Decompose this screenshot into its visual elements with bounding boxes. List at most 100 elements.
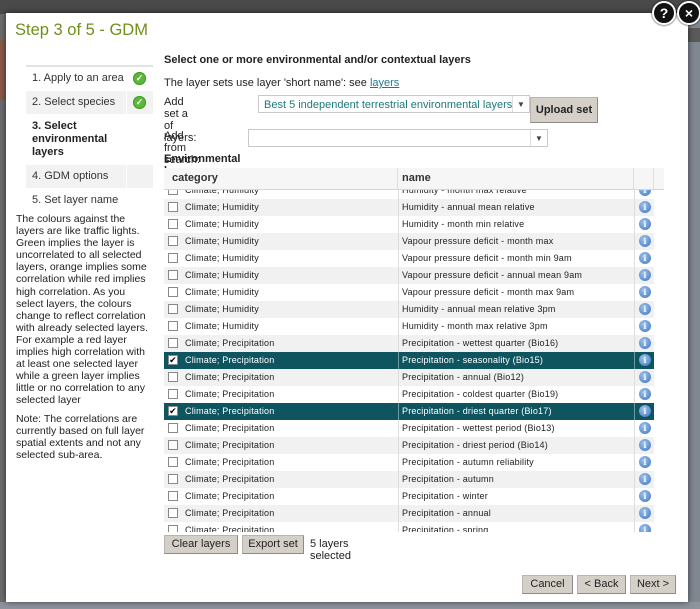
table-row[interactable]: Climate; Precipitation Precipitation - sp… [164, 522, 654, 532]
table-row[interactable]: Climate; Humidity Humidity - month max re… [164, 318, 654, 335]
info-icon[interactable]: i [639, 507, 651, 519]
chevron-down-icon[interactable]: ▼ [512, 96, 529, 112]
table-row[interactable]: Climate; Humidity Vapour pressure deficit… [164, 267, 654, 284]
info-icon[interactable]: i [639, 456, 651, 468]
info-icon[interactable]: i [639, 218, 651, 230]
layer-checkbox[interactable] [168, 372, 178, 382]
column-name[interactable]: name [398, 168, 634, 189]
layer-set-value: Best 5 independent terrestrial environme… [264, 99, 513, 111]
table-row[interactable]: Climate; Precipitation Precipitation - an… [164, 369, 654, 386]
table-row[interactable]: Climate; Precipitation Precipitation - we… [164, 420, 654, 437]
layer-checkbox[interactable] [168, 474, 178, 484]
layer-checkbox[interactable] [168, 304, 178, 314]
table-row[interactable]: Climate; Humidity Vapour pressure deficit… [164, 250, 654, 267]
info-icon[interactable]: i [639, 490, 651, 502]
layer-name: Precipitation - seasonality (Bio15) [398, 352, 543, 369]
background-app-right-bar [688, 28, 700, 42]
close-icon[interactable]: × [677, 1, 700, 25]
table-row[interactable]: ✔ Climate; Precipitation Precipitation - s… [164, 352, 654, 369]
dialog-title: Step 3 of 5 - GDM [15, 21, 148, 39]
layer-checkbox[interactable] [168, 525, 178, 532]
layer-checkbox[interactable] [168, 457, 178, 467]
table-row[interactable]: ✔ Climate; Precipitation Precipitation - d… [164, 403, 654, 420]
layer-name: Precipitation - wettest period (Bio13) [398, 420, 555, 437]
info-icon[interactable]: i [639, 303, 651, 315]
info-icon[interactable]: i [639, 201, 651, 213]
table-row[interactable]: Climate; Humidity Humidity - month max re… [164, 190, 654, 199]
background-app-right [688, 14, 700, 609]
column-category[interactable]: category [164, 168, 398, 189]
info-icon[interactable]: i [639, 269, 651, 281]
next-button[interactable]: Next > [630, 575, 676, 594]
background-app-header [0, 0, 700, 14]
help-icon[interactable]: ? [652, 1, 676, 25]
layer-checkbox[interactable]: ✔ [168, 355, 178, 365]
layer-category: Climate; Humidity [185, 270, 259, 280]
layer-name: Precipitation - annual [398, 505, 491, 522]
layer-checkbox[interactable] [168, 190, 178, 195]
clear-layers-button[interactable]: Clear layers [164, 535, 238, 554]
layer-name: Humidity - annual mean relative 3pm [398, 301, 556, 318]
info-icon[interactable]: i [639, 354, 651, 366]
table-row[interactable]: Climate; Humidity Humidity - annual mean … [164, 301, 654, 318]
table-row[interactable]: Climate; Precipitation Precipitation - wi… [164, 488, 654, 505]
layer-checkbox[interactable] [168, 202, 178, 212]
info-icon[interactable]: i [639, 235, 651, 247]
table-row[interactable]: Climate; Precipitation Precipitation - au… [164, 471, 654, 488]
info-icon[interactable]: i [639, 473, 651, 485]
chevron-down-icon[interactable]: ▼ [530, 130, 547, 146]
layer-checkbox[interactable]: ✔ [168, 406, 178, 416]
layer-search-input[interactable]: ▼ [248, 129, 548, 147]
layer-checkbox[interactable] [168, 338, 178, 348]
info-icon[interactable]: i [639, 388, 651, 400]
step-gdm-options[interactable]: 4. GDM options [26, 165, 153, 189]
step-select-species[interactable]: 2. Select species ✓ [26, 91, 153, 115]
table-row[interactable]: Climate; Precipitation Precipitation - co… [164, 386, 654, 403]
step-label: 1. Apply to an area [32, 72, 124, 84]
layer-checkbox[interactable] [168, 236, 178, 246]
export-set-button[interactable]: Export set [242, 535, 304, 554]
layer-checkbox[interactable] [168, 219, 178, 229]
layer-category: Climate; Precipitation [185, 372, 275, 382]
layer-checkbox[interactable] [168, 423, 178, 433]
info-icon[interactable]: i [639, 422, 651, 434]
step-set-layer-name[interactable]: 5. Set layer name [26, 189, 153, 213]
info-icon[interactable]: i [639, 286, 651, 298]
table-row[interactable]: Climate; Precipitation Precipitation - we… [164, 335, 654, 352]
table-row[interactable]: Climate; Humidity Humidity - month min re… [164, 216, 654, 233]
layer-checkbox[interactable] [168, 287, 178, 297]
layer-checkbox[interactable] [168, 491, 178, 501]
layer-set-dropdown[interactable]: Best 5 independent terrestrial environme… [258, 95, 530, 113]
back-button[interactable]: < Back [577, 575, 626, 594]
step-apply-area[interactable]: 1. Apply to an area ✓ [26, 67, 153, 91]
table-row[interactable]: Climate; Precipitation Precipitation - dr… [164, 437, 654, 454]
info-icon[interactable]: i [639, 524, 651, 532]
layer-checkbox[interactable] [168, 253, 178, 263]
table-row[interactable]: Climate; Precipitation Precipitation - au… [164, 454, 654, 471]
layer-checkbox[interactable] [168, 508, 178, 518]
info-icon[interactable]: i [639, 320, 651, 332]
layer-category: Climate; Precipitation [185, 338, 275, 348]
cancel-button[interactable]: Cancel [522, 575, 573, 594]
layer-checkbox[interactable] [168, 389, 178, 399]
table-row[interactable]: Climate; Humidity Humidity - annual mean … [164, 199, 654, 216]
layers-link[interactable]: layers [370, 77, 399, 89]
layer-checkbox[interactable] [168, 440, 178, 450]
step-select-layers[interactable]: 3. Select environmental layers [26, 115, 153, 165]
info-icon[interactable]: i [639, 439, 651, 451]
layer-name: Vapour pressure deficit - month max [398, 233, 553, 250]
info-icon[interactable]: i [639, 371, 651, 383]
info-icon[interactable]: i [639, 405, 651, 417]
info-icon[interactable]: i [639, 190, 651, 196]
info-icon[interactable]: i [639, 337, 651, 349]
layer-category: Climate; Precipitation [185, 423, 275, 433]
table-row[interactable]: Climate; Humidity Vapour pressure deficit… [164, 233, 654, 250]
layer-checkbox[interactable] [168, 270, 178, 280]
step-label: 3. Select environmental layers [32, 120, 108, 158]
table-row[interactable]: Climate; Humidity Vapour pressure deficit… [164, 284, 654, 301]
layer-category: Climate; Humidity [185, 321, 259, 331]
info-icon[interactable]: i [639, 252, 651, 264]
table-row[interactable]: Climate; Precipitation Precipitation - an… [164, 505, 654, 522]
layer-checkbox[interactable] [168, 321, 178, 331]
upload-set-button[interactable]: Upload set [530, 97, 598, 123]
